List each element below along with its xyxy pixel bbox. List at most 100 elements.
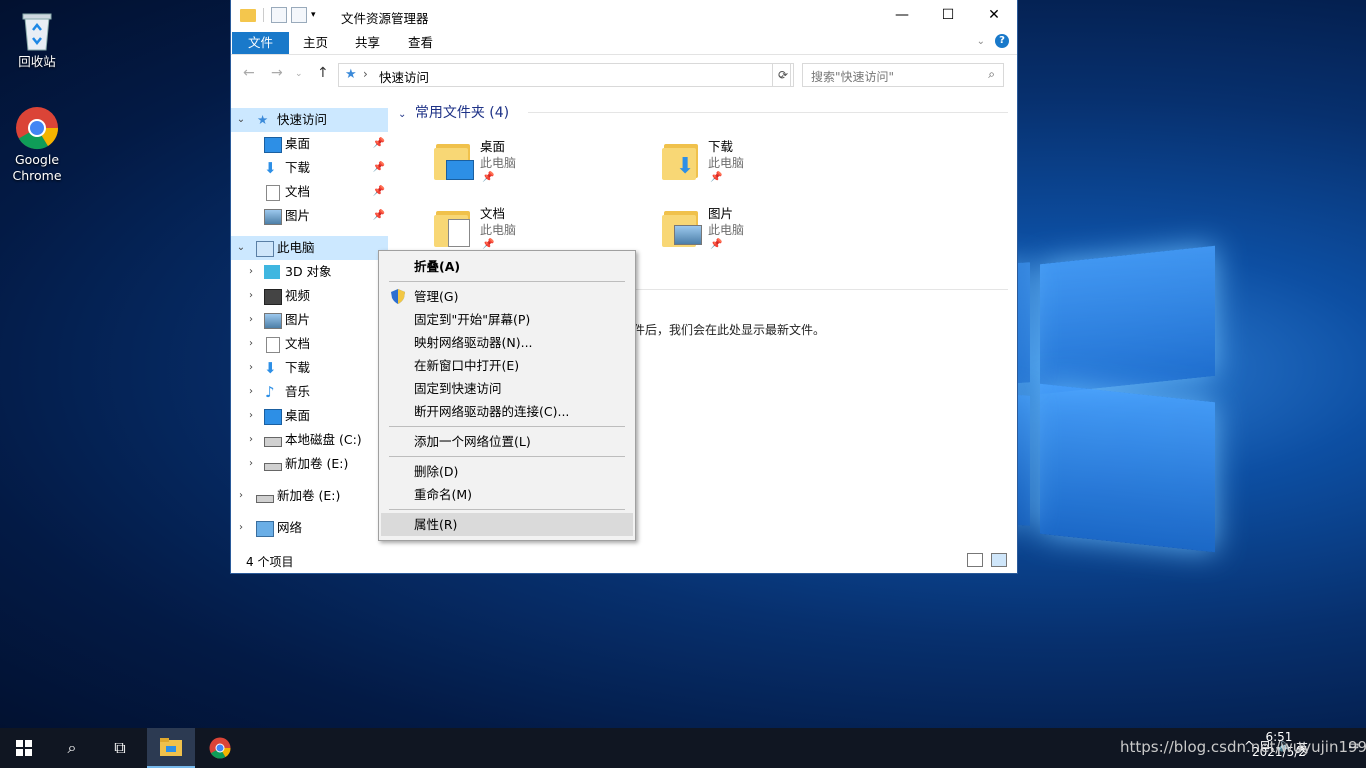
chevron-right-icon[interactable]: › xyxy=(245,332,257,356)
menu-item-disconnect-network-drive[interactable]: 断开网络驱动器的连接(C)... xyxy=(381,400,633,423)
menu-item-properties[interactable]: 属性(R) xyxy=(381,513,633,536)
nav-item-volume-e[interactable]: › 新加卷 (E:) xyxy=(231,452,388,476)
search-placeholder: 搜索"快速访问" xyxy=(811,70,895,84)
nav-item-pictures-pc[interactable]: › 图片 xyxy=(231,308,388,332)
nav-item-documents[interactable]: 文档 📌 xyxy=(231,180,388,204)
chevron-down-icon[interactable]: ⌄ xyxy=(235,236,247,260)
tab-view[interactable]: 查看 xyxy=(394,32,447,54)
folder-tile-desktop[interactable]: 桌面 此电脑 📌 xyxy=(434,136,634,196)
drive-icon xyxy=(264,437,282,447)
tab-file[interactable]: 文件 xyxy=(232,32,290,54)
menu-item-pin-quick-access[interactable]: 固定到快速访问 xyxy=(381,377,633,400)
divider xyxy=(389,456,625,457)
menu-item-rename[interactable]: 重命名(M) xyxy=(381,483,633,506)
nav-item-downloads-pc[interactable]: › ⬇ 下载 xyxy=(231,356,388,380)
address-bar[interactable]: ★ › 快速访问 ⌄ xyxy=(338,63,791,87)
network-icon xyxy=(256,521,274,537)
chevron-right-icon[interactable]: › xyxy=(235,484,247,508)
chevron-right-icon[interactable]: › xyxy=(245,284,257,308)
refresh-button[interactable]: ⟳ xyxy=(772,63,794,87)
back-button[interactable]: ← xyxy=(243,65,255,81)
desktop-icon-recycle-bin[interactable]: 回收站 xyxy=(0,8,74,70)
nav-item-this-pc[interactable]: ⌄ 此电脑 xyxy=(231,236,388,260)
chevron-right-icon[interactable]: › xyxy=(245,308,257,332)
nav-label: 桌面 xyxy=(285,136,311,151)
folder-tile-pictures[interactable]: 图片 此电脑 📌 xyxy=(662,203,862,263)
forward-button[interactable]: → xyxy=(271,65,283,81)
chevron-down-icon[interactable]: ⌄ xyxy=(398,109,406,120)
windows-logo-wallpaper xyxy=(950,225,1220,555)
menu-item-map-network-drive[interactable]: 映射网络驱动器(N)... xyxy=(381,331,633,354)
nav-item-network[interactable]: › 网络 xyxy=(231,516,388,540)
chevron-right-icon[interactable]: › xyxy=(363,67,368,81)
nav-item-desktop-pc[interactable]: › 桌面 xyxy=(231,404,388,428)
menu-item-manage[interactable]: 管理(G) xyxy=(381,285,633,308)
help-icon[interactable]: ? xyxy=(995,34,1009,48)
chevron-right-icon[interactable]: › xyxy=(245,404,257,428)
nav-label: 网络 xyxy=(277,520,303,535)
nav-item-local-disk-c[interactable]: › 本地磁盘 (C:) xyxy=(231,428,388,452)
expand-ribbon-icon[interactable]: ⌄ xyxy=(977,36,985,47)
nav-label: 此电脑 xyxy=(277,240,315,255)
chevron-down-icon[interactable]: ▾ xyxy=(311,10,316,20)
nav-item-documents-pc[interactable]: › 文档 xyxy=(231,332,388,356)
taskbar-file-explorer[interactable] xyxy=(147,728,195,768)
context-menu: 折叠(A) 管理(G) 固定到"开始"屏幕(P) 映射网络驱动器(N)... 在… xyxy=(378,250,636,541)
nav-item-3d-objects[interactable]: › 3D 对象 xyxy=(231,260,388,284)
folder-tile-downloads[interactable]: ⬇ 下载 此电脑 📌 xyxy=(662,136,862,196)
group-header-frequent-folders[interactable]: ⌄ 常用文件夹 (4) xyxy=(398,102,509,122)
start-button[interactable] xyxy=(0,728,48,768)
close-button[interactable]: ✕ xyxy=(971,0,1017,30)
desktop-icon-label: Google xyxy=(14,152,60,167)
menu-item-add-network-location[interactable]: 添加一个网络位置(L) xyxy=(381,430,633,453)
folder-name: 文档 xyxy=(480,206,506,221)
up-button[interactable]: ↑ xyxy=(317,65,329,81)
chevron-right-icon[interactable]: › xyxy=(245,452,257,476)
nav-label: 下载 xyxy=(285,360,311,375)
desktop-icon-google-chrome[interactable]: Google Chrome xyxy=(0,106,74,184)
details-view-icon[interactable] xyxy=(967,553,983,567)
nav-item-quick-access[interactable]: ⌄ ★ 快速访问 xyxy=(231,108,388,132)
new-folder-icon[interactable] xyxy=(291,7,307,23)
nav-label: 下载 xyxy=(285,160,311,175)
menu-item-collapse[interactable]: 折叠(A) xyxy=(381,255,633,278)
document-icon xyxy=(266,337,280,353)
tab-home[interactable]: 主页 xyxy=(289,32,342,54)
task-view-button[interactable]: ⧉ xyxy=(96,728,144,768)
taskbar-chrome[interactable] xyxy=(196,728,244,768)
chevron-down-icon[interactable]: ⌄ xyxy=(235,108,247,132)
folder-location: 此电脑 xyxy=(480,156,517,170)
recent-locations-button[interactable]: ⌄ xyxy=(295,69,303,79)
chevron-right-icon[interactable]: › xyxy=(235,516,247,540)
nav-item-desktop[interactable]: 桌面 📌 xyxy=(231,132,388,156)
menu-item-pin-to-start[interactable]: 固定到"开始"屏幕(P) xyxy=(381,308,633,331)
minimize-button[interactable]: — xyxy=(879,0,925,30)
search-box[interactable]: 搜索"快速访问" ⌕ xyxy=(802,63,1004,87)
tab-share[interactable]: 共享 xyxy=(341,32,394,54)
folder-name: 图片 xyxy=(708,206,734,221)
chevron-right-icon[interactable]: › xyxy=(245,380,257,404)
view-switcher xyxy=(967,553,1007,567)
chevron-right-icon[interactable]: › xyxy=(245,356,257,380)
large-icons-view-icon[interactable] xyxy=(991,553,1007,567)
nav-item-music[interactable]: › ♪ 音乐 xyxy=(231,380,388,404)
menu-item-label: 映射网络驱动器(N)... xyxy=(414,335,533,350)
maximize-button[interactable]: ☐ xyxy=(925,0,971,30)
search-button[interactable]: ⌕ xyxy=(48,728,96,768)
address-path: 快速访问 xyxy=(379,70,430,85)
chevron-right-icon[interactable]: › xyxy=(245,428,257,452)
properties-icon[interactable] xyxy=(271,7,287,23)
divider xyxy=(389,509,625,510)
picture-icon xyxy=(264,313,282,329)
nav-item-downloads[interactable]: ⬇ 下载 📌 xyxy=(231,156,388,180)
nav-item-videos[interactable]: › 视频 xyxy=(231,284,388,308)
chevron-right-icon[interactable]: › xyxy=(245,260,257,284)
task-view-icon: ⧉ xyxy=(114,738,126,757)
nav-item-volume-e-root[interactable]: › 新加卷 (E:) xyxy=(231,484,388,508)
menu-item-delete[interactable]: 删除(D) xyxy=(381,460,633,483)
nav-item-pictures[interactable]: 图片 📌 xyxy=(231,204,388,228)
recent-files-message: 文件后，我们会在此处显示最新文件。 xyxy=(621,323,826,337)
nav-label: 图片 xyxy=(285,208,311,223)
menu-item-open-new-window[interactable]: 在新窗口中打开(E) xyxy=(381,354,633,377)
nav-label: 图片 xyxy=(285,312,311,327)
